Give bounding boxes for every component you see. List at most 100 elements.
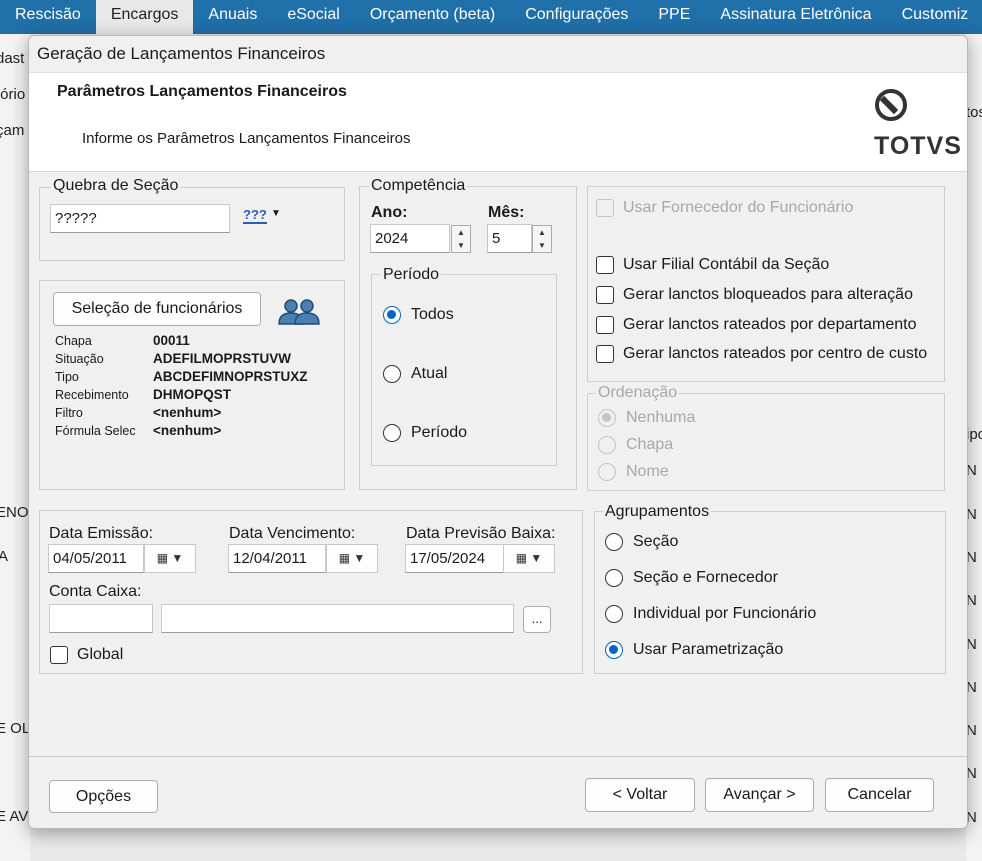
info-key-chapa: Chapa: [55, 334, 92, 348]
rateados-centro-custo-checkbox[interactable]: [596, 345, 614, 363]
header-title: Parâmetros Lançamentos Financeiros: [57, 83, 347, 100]
bloqueados-checkbox[interactable]: [596, 286, 614, 304]
menu-anuais[interactable]: Anuais: [193, 0, 272, 34]
radio-periodo-label[interactable]: Período: [411, 424, 467, 442]
rateados-departamento-label[interactable]: Gerar lanctos rateados por departamento: [623, 316, 917, 334]
data-previsao-input[interactable]: 17/05/2024: [405, 544, 504, 573]
calendar-icon[interactable]: ▦ ▼: [503, 544, 555, 573]
info-key-recebimento: Recebimento: [55, 388, 129, 402]
menu-customiz[interactable]: Customiz: [887, 0, 982, 34]
info-value-chapa: 00011: [153, 333, 190, 348]
filial-contabil-checkbox[interactable]: [596, 256, 614, 274]
cancelar-button[interactable]: Cancelar: [825, 778, 934, 812]
calendar-icon[interactable]: ▦ ▼: [144, 544, 196, 573]
radio-usar-parametrizacao[interactable]: [605, 641, 623, 659]
radio-secao[interactable]: [605, 533, 623, 551]
menu-ppe[interactable]: PPE: [643, 0, 705, 34]
bg-text: dast: [0, 50, 25, 67]
data-vencimento-input[interactable]: 12/04/2011: [228, 544, 326, 573]
bg-text: tório: [0, 86, 26, 103]
info-key-tipo: Tipo: [55, 370, 79, 384]
bg-text: tos: [966, 104, 982, 121]
info-value-filtro: <nenhum>: [153, 405, 222, 420]
conta-caixa-lookup-button[interactable]: ...: [523, 606, 551, 633]
bg-text: ipo: [966, 426, 982, 443]
menu-esocial[interactable]: eSocial: [272, 0, 354, 34]
global-label[interactable]: Global: [77, 646, 123, 664]
ano-spinner[interactable]: ▲ ▼: [451, 225, 471, 253]
dialog-title: Geração de Lançamentos Financeiros: [37, 44, 326, 63]
radio-nome[interactable]: [598, 463, 616, 481]
periodo-legend: Período: [381, 266, 442, 284]
menu-encargos[interactable]: Encargos: [95, 0, 194, 34]
bloqueados-label[interactable]: Gerar lanctos bloqueados para alteração: [623, 286, 913, 304]
bg-row: A: [0, 548, 9, 565]
agrupamentos-legend: Agrupamentos: [603, 503, 712, 521]
lookup-icon[interactable]: ???: [243, 208, 267, 224]
radio-nenhuma[interactable]: [598, 409, 616, 427]
radio-nenhuma-label: Nenhuma: [626, 409, 696, 426]
radio-atual[interactable]: [383, 365, 401, 383]
info-value-tipo: ABCDEFIMNOPRSTUXZ: [153, 369, 308, 384]
competencia-legend: Competência: [369, 177, 468, 195]
ano-label: Ano:: [371, 204, 408, 221]
menu-orcamento[interactable]: Orçamento (beta): [355, 0, 510, 34]
radio-secao-fornecedor[interactable]: [605, 569, 623, 587]
radio-todos[interactable]: [383, 306, 401, 324]
data-previsao-label: Data Previsão Baixa:: [406, 525, 556, 542]
radio-individual[interactable]: [605, 605, 623, 623]
info-key-filtro: Filtro: [55, 406, 83, 420]
top-menu-bar: Rescisão Encargos Anuais eSocial Orçamen…: [0, 0, 982, 34]
voltar-button[interactable]: < Voltar: [585, 778, 695, 812]
menu-assinatura[interactable]: Assinatura Eletrônica: [705, 0, 886, 34]
data-vencimento-label: Data Vencimento:: [229, 525, 356, 542]
bg-text: çam: [0, 122, 25, 139]
mes-spinner[interactable]: ▲ ▼: [532, 225, 552, 253]
footer-divider: [29, 756, 967, 757]
calendar-icon[interactable]: ▦ ▼: [326, 544, 378, 573]
bg-row: ENO: [0, 504, 29, 521]
background-panel-left: dast tório çam ENO A E OLI E AV: [0, 34, 34, 861]
radio-todos-label[interactable]: Todos: [411, 306, 454, 324]
rateados-departamento-checkbox[interactable]: [596, 316, 614, 334]
usar-fornecedor-label: Usar Fornecedor do Funcionário: [623, 199, 854, 216]
generation-dialog: Geração de Lançamentos Financeiros Parâm…: [28, 35, 968, 829]
radio-secao-fornecedor-label[interactable]: Seção e Fornecedor: [633, 569, 778, 587]
conta-caixa-code-input[interactable]: [49, 604, 153, 633]
radio-chapa[interactable]: [598, 436, 616, 454]
radio-secao-label[interactable]: Seção: [633, 533, 678, 551]
background-panel-right: tos ipo N N N N N N N N N: [966, 34, 982, 861]
menu-rescisao[interactable]: Rescisão: [0, 0, 96, 34]
conta-caixa-desc-input[interactable]: [161, 604, 514, 633]
chevron-down-icon[interactable]: ▼: [271, 208, 281, 219]
radio-individual-label[interactable]: Individual por Funcionário: [633, 605, 816, 623]
info-key-situacao: Situação: [55, 352, 104, 366]
people-icon[interactable]: [277, 298, 321, 326]
ano-input[interactable]: 2024: [370, 224, 450, 253]
info-value-formula: <nenhum>: [153, 423, 222, 438]
quebra-secao-legend: Quebra de Seção: [51, 177, 181, 195]
usar-fornecedor-checkbox[interactable]: [596, 199, 614, 217]
global-checkbox[interactable]: [50, 646, 68, 664]
menu-configuracoes[interactable]: Configurações: [510, 0, 643, 34]
radio-chapa-label: Chapa: [626, 436, 674, 453]
totvs-logo-text: TOTVS: [874, 132, 962, 160]
info-key-formula: Fórmula Selec: [55, 424, 136, 438]
radio-periodo[interactable]: [383, 424, 401, 442]
ordenacao-legend: Ordenação: [596, 384, 680, 402]
opcoes-button[interactable]: Opções: [49, 780, 158, 813]
radio-atual-label[interactable]: Atual: [411, 365, 447, 383]
rateados-centro-custo-label[interactable]: Gerar lanctos rateados por centro de cus…: [623, 345, 927, 363]
conta-caixa-label: Conta Caixa:: [49, 583, 142, 600]
selecao-funcionarios-button[interactable]: Seleção de funcionários: [53, 292, 261, 326]
data-emissao-input[interactable]: 04/05/2011: [48, 544, 144, 573]
bg-row: E AV: [0, 808, 29, 825]
mes-input[interactable]: 5: [487, 224, 532, 253]
header-subtitle: Informe os Parâmetros Lançamentos Financ…: [82, 130, 411, 147]
filial-contabil-label[interactable]: Usar Filial Contábil da Seção: [623, 256, 829, 274]
info-value-recebimento: DHMOPQST: [153, 387, 232, 402]
avancar-button[interactable]: Avançar >: [705, 778, 814, 812]
radio-usar-parametrizacao-label[interactable]: Usar Parametrização: [633, 641, 783, 659]
quebra-secao-input[interactable]: ?????: [50, 204, 230, 233]
info-value-situacao: ADEFILMOPRSTUVW: [153, 351, 291, 366]
